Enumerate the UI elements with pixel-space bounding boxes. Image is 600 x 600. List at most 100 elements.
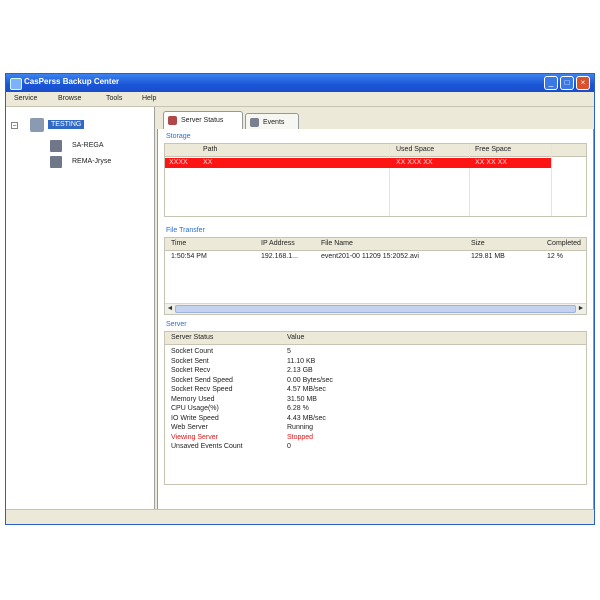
table-row[interactable]: IO Write Speed 4.43 MB/sec (165, 415, 586, 425)
table-row[interactable]: CPU Usage(%) 6.28 % (165, 405, 586, 415)
main-content: Server Status Events Storage Path Used S… (157, 107, 594, 510)
menu-tools[interactable]: Tools (106, 95, 122, 102)
file-transfer-table[interactable]: Time IP Address File Name Size Completed… (164, 237, 587, 315)
horizontal-scrollbar[interactable]: ◄ ► (165, 303, 586, 314)
file-transfer-title: File Transfer (166, 227, 205, 234)
status-bar (6, 509, 594, 524)
column-header-free-space[interactable]: Free Space (475, 146, 511, 153)
file-transfer-header: Time IP Address File Name Size Completed (165, 238, 586, 251)
tree-item-label: REMA-Jryse (72, 158, 112, 165)
tab-server-status[interactable]: Server Status (163, 111, 243, 130)
status-label: CPU Usage(%) (171, 405, 219, 412)
column-divider (551, 144, 552, 216)
table-row[interactable]: Unsaved Events Count 0 (165, 443, 586, 453)
column-header-ip-address[interactable]: IP Address (261, 240, 295, 247)
status-value: Running (287, 424, 314, 431)
column-header-value[interactable]: Value (287, 334, 304, 341)
menu-bar: Service Browse Tools Help (6, 92, 594, 107)
status-value: 31.50 MB (287, 395, 317, 403)
column-header-time[interactable]: Time (171, 240, 186, 247)
storage-cell-used: XX XXX XX (396, 159, 433, 166)
table-row[interactable]: XXXX XX XX XXX XX XX XX XX (165, 158, 551, 168)
camera-icon (50, 140, 62, 152)
menu-help[interactable]: Help (142, 95, 156, 102)
status-label: Memory Used (171, 395, 215, 403)
menu-browse[interactable]: Browse (58, 95, 81, 102)
status-label: Viewing Server (171, 433, 218, 441)
minimize-button[interactable]: _ (544, 76, 558, 90)
menu-service[interactable]: Service (14, 95, 37, 102)
table-row[interactable]: Memory Used 31.50 MB (165, 396, 586, 406)
title-bar[interactable]: CasPerss Backup Center _ □ × (6, 74, 594, 92)
status-value: Stopped (287, 433, 314, 441)
status-label: Unsaved Events Count (171, 443, 243, 450)
storage-header: Path Used Space Free Space (165, 144, 586, 157)
table-row[interactable]: Web Server Running (165, 424, 586, 434)
events-icon (250, 118, 259, 127)
server-tree[interactable]: − TESTING SA-REGA REMA-Jryse (6, 107, 155, 510)
tab-label: Server Status (181, 117, 224, 124)
transfer-cell-completed: 12 % (547, 253, 563, 260)
table-row[interactable]: 1:50:54 PM 192.168.1... event201-00 1120… (165, 252, 586, 262)
transfer-cell-file: event201-00 11209 15:2052.avi (321, 253, 419, 260)
tab-label: Events (263, 119, 285, 126)
column-header-size[interactable]: Size (471, 240, 485, 247)
status-value: 6.28 % (287, 405, 309, 412)
status-label: Socket Send Speed (171, 376, 233, 384)
table-row[interactable]: Viewing Server Stopped (165, 434, 586, 444)
status-value: 0 (287, 443, 291, 450)
server-status-icon (168, 116, 177, 125)
server-status-table[interactable]: Server Status Value Socket Count 5 Socke… (164, 331, 587, 485)
network-icon (30, 118, 44, 132)
column-header-file-name[interactable]: File Name (321, 240, 353, 247)
status-value: 4.57 MB/sec (287, 386, 326, 393)
table-row[interactable]: Socket Recv Speed 4.57 MB/sec (165, 386, 586, 396)
app-icon (10, 78, 22, 90)
scroll-thumb[interactable] (175, 305, 576, 313)
close-button[interactable]: × (576, 76, 590, 90)
storage-table[interactable]: Path Used Space Free Space XXXX XX XX XX… (164, 143, 587, 217)
status-label: Socket Recv (171, 367, 211, 374)
status-label: Socket Count (171, 348, 214, 355)
storage-title: Storage (166, 133, 191, 140)
table-row[interactable]: Socket Sent 11.10 KB (165, 358, 586, 368)
status-value: 11.10 KB (287, 357, 316, 365)
tab-strip: Server Status Events (157, 111, 594, 130)
status-label: Socket Recv Speed (171, 386, 233, 393)
column-divider (389, 144, 390, 216)
transfer-cell-ip: 192.168.1... (261, 253, 298, 260)
window-title: CasPerss Backup Center (24, 77, 120, 86)
table-row[interactable]: Socket Recv 2.13 GB (165, 367, 586, 377)
table-row[interactable]: Socket Count 5 (165, 348, 586, 358)
column-header-server-status[interactable]: Server Status (171, 334, 213, 341)
column-header-path[interactable]: Path (203, 146, 217, 153)
status-label: IO Write Speed (171, 414, 219, 422)
server-header: Server Status Value (165, 332, 586, 345)
collapse-icon[interactable]: − (11, 122, 18, 130)
status-value: 5 (287, 348, 291, 355)
table-row[interactable]: Socket Send Speed 0.00 Bytes/sec (165, 377, 586, 387)
transfer-cell-time: 1:50:54 PM (171, 253, 207, 260)
server-title: Server (166, 321, 187, 328)
tab-events[interactable]: Events (245, 113, 299, 129)
status-label: Socket Sent (171, 357, 209, 365)
column-divider (469, 144, 470, 216)
status-label: Web Server (171, 424, 208, 431)
scroll-left-icon[interactable]: ◄ (165, 304, 175, 314)
storage-cell-path: XX (203, 159, 213, 166)
status-value: 2.13 GB (287, 367, 313, 374)
app-window: CasPerss Backup Center _ □ × Service Bro… (5, 73, 595, 525)
transfer-cell-size: 129.81 MB (471, 253, 505, 260)
column-header-completed[interactable]: Completed (547, 240, 581, 247)
status-value: 0.00 Bytes/sec (287, 376, 333, 384)
server-status-panel: Storage Path Used Space Free Space XXXX … (157, 129, 594, 510)
camera-icon (50, 156, 62, 168)
storage-cell-free: XX XX XX (475, 159, 507, 166)
maximize-button[interactable]: □ (560, 76, 574, 90)
scroll-right-icon[interactable]: ► (576, 304, 586, 314)
status-value: 4.43 MB/sec (287, 414, 326, 422)
storage-cell-prefix: XXXX (169, 159, 188, 166)
tree-item-label: SA-REGA (72, 142, 104, 149)
column-header-used-space[interactable]: Used Space (396, 146, 434, 153)
tree-root-item[interactable]: TESTING (48, 120, 85, 129)
